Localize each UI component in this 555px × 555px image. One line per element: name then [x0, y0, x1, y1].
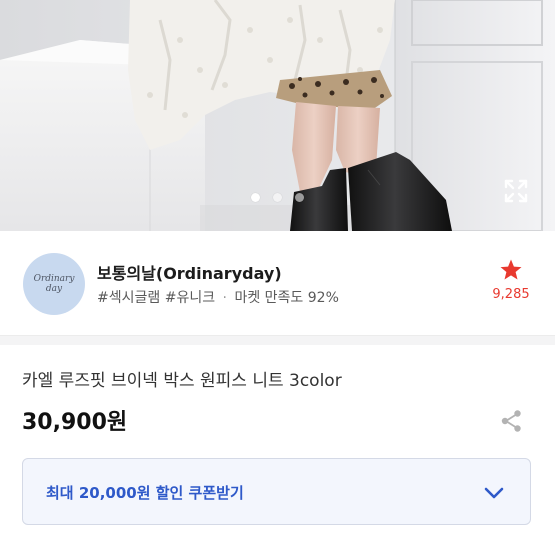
seller-tag-1[interactable]: #섹시글램: [97, 290, 160, 306]
seller-tag-2[interactable]: #유니크: [165, 290, 215, 306]
product-price: 30,900원: [22, 410, 128, 435]
share-icon[interactable]: [498, 408, 524, 434]
avatar-text-line1: Ordinary: [33, 274, 75, 284]
product-title: 카엘 루즈핏 브이넥 박스 원피스 니트 3color: [22, 371, 342, 391]
carousel-dot-2[interactable]: [273, 193, 282, 202]
chevron-down-icon: [484, 487, 504, 499]
coupon-label: 최대 20,000원 할인 쿠폰받기: [46, 484, 244, 502]
carousel-indicator: [0, 193, 555, 205]
seller-tags: #섹시글램 #유니크 · 마켓 만족도 92%: [97, 287, 339, 307]
favorite-count: 9,285: [492, 287, 530, 302]
avatar-text-line2: day: [45, 284, 63, 294]
favorite-button[interactable]: 9,285: [487, 258, 535, 302]
seller-name[interactable]: 보통의날(Ordinaryday): [97, 260, 282, 284]
seller-avatar-logo: Ordinary day: [34, 274, 75, 294]
expand-icon[interactable]: [503, 178, 529, 204]
market-satisfaction: 마켓 만족도 92%: [234, 290, 339, 306]
seller-section: Ordinary day 보통의날(Ordinaryday) #섹시글램 #유니…: [0, 231, 555, 335]
tag-separator: ·: [222, 290, 227, 306]
bottom-spacer: [0, 545, 555, 555]
carousel-dot-3[interactable]: [295, 193, 304, 202]
section-divider: [0, 335, 555, 345]
star-icon: [500, 259, 522, 280]
seller-avatar[interactable]: Ordinary day: [23, 253, 85, 315]
carousel-dot-1[interactable]: [251, 193, 260, 202]
product-image-carousel[interactable]: [0, 0, 555, 231]
coupon-download-button[interactable]: 최대 20,000원 할인 쿠폰받기: [22, 458, 531, 525]
